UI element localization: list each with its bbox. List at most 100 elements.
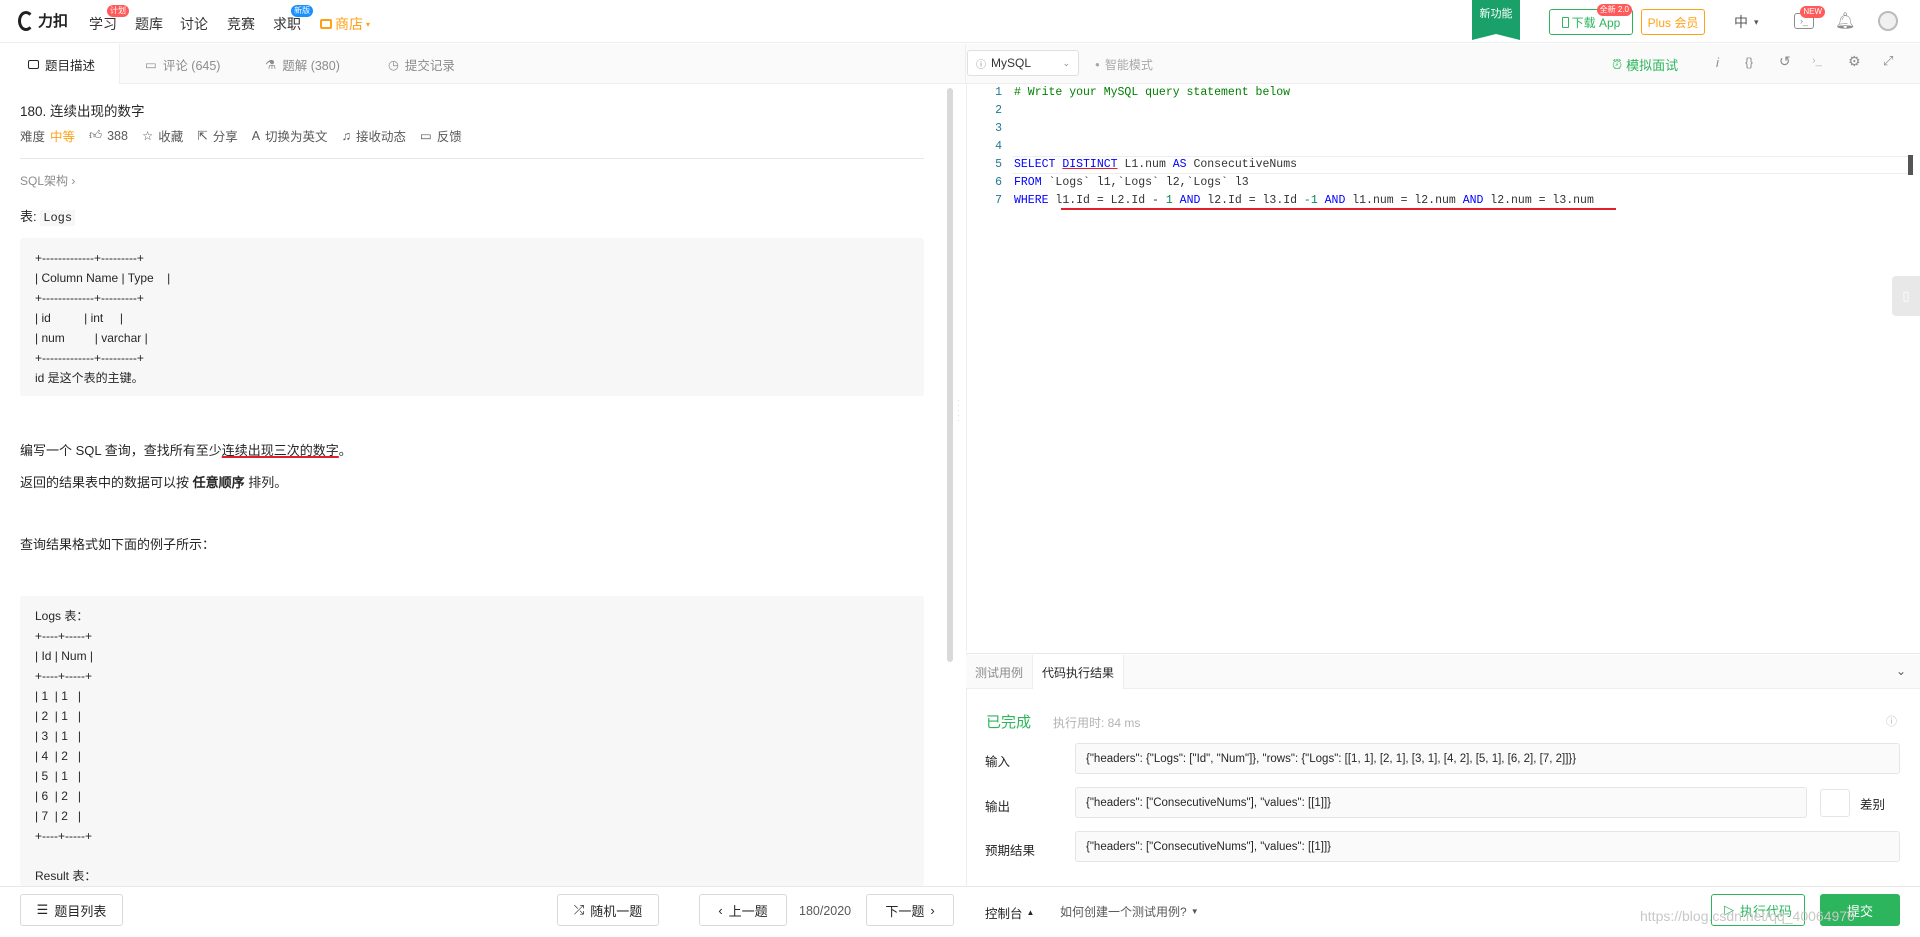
- tab-comments[interactable]: ▭ 评论 (645): [145, 44, 220, 84]
- nav-contest[interactable]: 竞赛: [227, 14, 255, 34]
- line-number: 7: [995, 194, 1002, 207]
- download-app-button[interactable]: 下载 App 全新 2.0: [1549, 4, 1633, 35]
- nav-problems[interactable]: 题库: [135, 14, 163, 34]
- console-toggle[interactable]: 控制台 ▲: [985, 903, 1034, 922]
- settings-icon[interactable]: ⚙: [1848, 53, 1861, 70]
- star-icon: ☆: [141, 129, 154, 143]
- list-icon: ☰: [36, 902, 49, 917]
- chevron-left-icon: ‹: [718, 902, 723, 918]
- diff-checkbox[interactable]: [1820, 789, 1850, 817]
- subscribe-button[interactable]: ♫ 接收动态: [342, 126, 406, 145]
- flask-icon: ⚗: [265, 57, 277, 72]
- bell-icon: ♫: [341, 128, 351, 143]
- plus-member-button[interactable]: Plus 会员: [1641, 9, 1705, 35]
- input-value: {"headers": {"Logs": ["Id", "Num"]}, "ro…: [1075, 743, 1900, 774]
- description-line-3: 查询结果格式如下面的例子所示：: [20, 537, 216, 552]
- favorite-button[interactable]: ☆ 收藏: [142, 126, 183, 145]
- info-icon[interactable]: i: [1716, 55, 1719, 70]
- logo-text: 力扣: [38, 13, 69, 30]
- braces-icon[interactable]: {}: [1745, 55, 1753, 69]
- dot-icon: ●: [1095, 60, 1100, 69]
- download-badge: 全新 2.0: [1596, 4, 1632, 16]
- next-problem-button[interactable]: 下一题 ›: [866, 894, 954, 926]
- bottom-bar: [0, 886, 1920, 937]
- watermark: https://blog.csdn.net/qq_40064976: [1640, 908, 1855, 924]
- resize-handle[interactable]: · · · · ·: [957, 397, 960, 438]
- fullscreen-icon[interactable]: ⤢: [1883, 53, 1893, 69]
- shuffle-icon: ⤮: [573, 902, 585, 917]
- share-icon: ⇱: [197, 129, 208, 143]
- line-number: 6: [995, 176, 1002, 189]
- description-line-1: 编写一个 SQL 查询，查找所有至少连续出现三次的数字。: [20, 443, 352, 458]
- nav-learn[interactable]: 学习 计划: [89, 5, 129, 34]
- new-feature-ribbon[interactable]: 新功能: [1472, 0, 1520, 40]
- help-icon[interactable]: ⓘ: [1886, 713, 1897, 729]
- tab-run-result[interactable]: 代码执行结果: [1032, 655, 1125, 689]
- schema-code-block: +-------------+---------+ | Column Name …: [20, 238, 924, 396]
- collapse-chevron-icon[interactable]: ⌄: [1896, 664, 1906, 678]
- problem-list-button[interactable]: ☰ 题目列表: [20, 894, 123, 926]
- phone-icon: [1561, 16, 1569, 28]
- left-scrollbar[interactable]: [947, 88, 953, 662]
- output-label: 输出: [985, 800, 1011, 814]
- howto-testcase-link[interactable]: 如何创建一个测试用例? ▼: [1060, 903, 1199, 920]
- smart-mode-toggle[interactable]: ● 智能模式: [1095, 56, 1153, 73]
- language-switcher[interactable]: 中 ▾: [1734, 12, 1759, 32]
- status-text: 已完成: [986, 714, 1032, 731]
- avatar[interactable]: [1878, 11, 1898, 31]
- switch-language-button[interactable]: A 切换为英文: [252, 126, 328, 145]
- top-navbar: 力扣 学习 计划 题库 讨论 竞赛 求职 新版 商店 ▾ 新功能 下载 App 全新 2…: [0, 0, 1920, 43]
- line-number: 3: [995, 122, 1002, 135]
- tab-submissions[interactable]: ◷ 提交记录: [388, 44, 455, 84]
- share-button[interactable]: ⇱ 分享: [197, 126, 238, 145]
- result-tabs: 测试用例 代码执行结果 ⌄: [966, 655, 1920, 689]
- chevron-up-icon: ▲: [1026, 908, 1035, 917]
- bell-icon[interactable]: 🔔︎: [1835, 11, 1855, 31]
- feedback-button[interactable]: ▭ 反馈: [420, 126, 462, 145]
- tab-test-cases[interactable]: 测试用例: [966, 655, 1032, 689]
- difficulty: 难度 中等: [20, 126, 75, 145]
- logo[interactable]: 力扣: [18, 10, 68, 31]
- expected-value: {"headers": ["ConsecutiveNums"], "values…: [1075, 831, 1900, 862]
- comment-icon: ▭: [145, 57, 157, 72]
- mock-interview-button[interactable]: ⏰︎ 模拟面试: [1612, 55, 1678, 74]
- tab-description[interactable]: 题目描述: [0, 44, 120, 84]
- nav-store[interactable]: 商店 ▾: [320, 14, 370, 34]
- terminal-icon[interactable]: ›_: [1812, 55, 1822, 67]
- diff-toggle[interactable]: 差别: [1820, 788, 1900, 818]
- new-badge: NEW: [1800, 6, 1825, 18]
- table-name-code: Logs: [40, 210, 76, 226]
- reset-icon[interactable]: ↺: [1779, 53, 1791, 70]
- playground-icon[interactable]: ›_ NEW: [1794, 6, 1825, 29]
- chevron-down-icon: ⌄: [1062, 57, 1070, 68]
- side-panel-toggle-icon[interactable]: ▯: [1892, 276, 1920, 316]
- problem-title: 180. 连续出现的数字: [20, 104, 145, 119]
- input-label: 输入: [985, 755, 1011, 769]
- alarm-icon: ⏰︎: [1612, 56, 1623, 72]
- problem-meta: 难度 中等 👍︎ 388 ☆ 收藏 ⇱ 分享 A 切换为英文 ♫ 接收动态 ▭ 反馈: [20, 126, 462, 145]
- nav-badge: 计划: [107, 5, 129, 17]
- chevron-down-icon: ▾: [366, 19, 371, 29]
- nav-badge: 新版: [291, 5, 313, 17]
- prev-problem-button[interactable]: ‹ 上一题: [699, 894, 787, 926]
- line-number: 1: [995, 86, 1002, 99]
- chevron-down-icon: ▾: [1754, 16, 1759, 27]
- code-line: FROM `Logs` l1,`Logs` l2,`Logs` l3: [1014, 176, 1249, 189]
- chevron-down-icon: ▼: [1190, 907, 1199, 916]
- code-line: SELECT DISTINCT L1.num AS ConsecutiveNum…: [1014, 158, 1297, 171]
- table-caption: 表: Logs: [20, 206, 76, 226]
- minimap-slider[interactable]: [1908, 155, 1913, 175]
- store-icon: [320, 19, 332, 29]
- random-problem-button[interactable]: ⤮ 随机一题: [557, 894, 659, 926]
- highlighted-phrase: 连续出现三次的数字: [221, 443, 339, 458]
- clock-icon: ◷: [388, 57, 399, 72]
- language-select[interactable]: ⓘ MySQL ⌄: [967, 50, 1079, 76]
- description-line-2: 返回的结果表中的数据可以按 任意顺序 排列。: [20, 475, 288, 490]
- tab-solutions[interactable]: ⚗ 题解 (380): [265, 44, 340, 84]
- line-number: 5: [995, 158, 1002, 171]
- breadcrumb[interactable]: SQL架构 ›: [20, 172, 75, 189]
- nav-jobs[interactable]: 求职 新版: [273, 5, 313, 34]
- thumbs-up-icon: 👍︎: [89, 128, 103, 142]
- like-button[interactable]: 👍︎ 388: [89, 128, 128, 143]
- nav-discuss[interactable]: 讨论: [180, 14, 208, 34]
